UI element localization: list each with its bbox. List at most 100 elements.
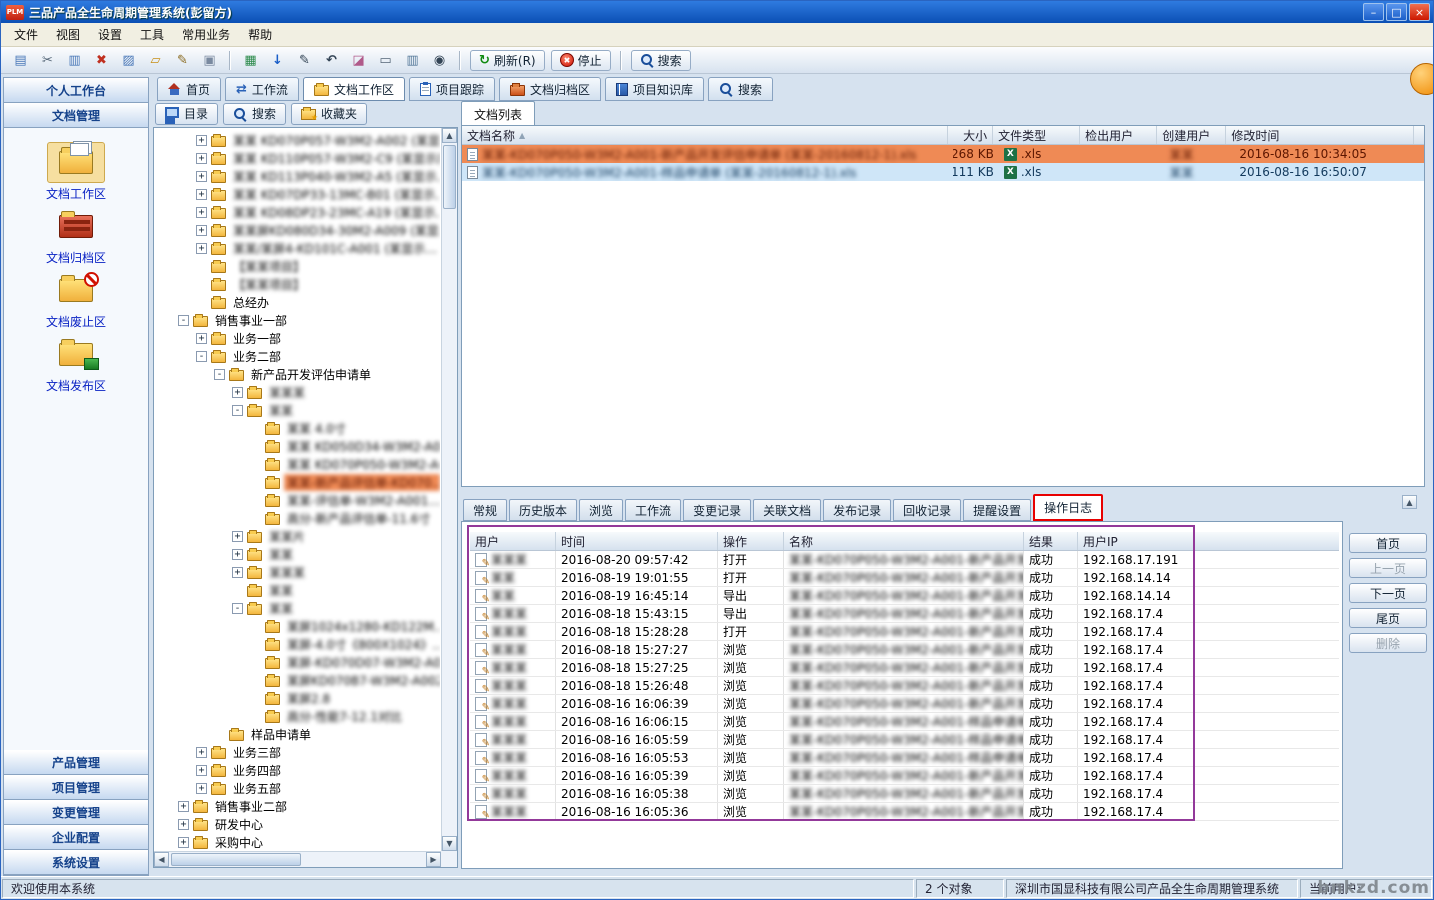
expand-icon[interactable]: + bbox=[196, 189, 207, 200]
toolbar-refresh-button[interactable]: ↻刷新(R) bbox=[470, 50, 545, 71]
doc-column-header-2[interactable]: 大小 bbox=[948, 126, 994, 144]
log-row[interactable]: 某某2016-08-19 19:01:55打开某某-KD070P050-W3M2… bbox=[470, 569, 1339, 587]
tree-node[interactable]: 某某 4.0寸 bbox=[154, 419, 440, 437]
expand-icon[interactable]: + bbox=[196, 747, 207, 758]
tree-toolbar-favorites-button[interactable]: 收藏夹 bbox=[291, 103, 367, 125]
tree-node[interactable]: +某某某 bbox=[154, 383, 440, 401]
doc-column-header-4[interactable]: 检出用户 bbox=[1080, 126, 1157, 144]
tree-node[interactable]: +业务一部 bbox=[154, 329, 440, 347]
toolbar-open-folder-button[interactable]: ▱ bbox=[143, 49, 168, 71]
sidebar-header-product-management[interactable]: 产品管理 bbox=[4, 750, 148, 775]
collapse-icon[interactable]: - bbox=[232, 603, 243, 614]
tab-project-tracking[interactable]: 项目跟踪 bbox=[409, 77, 495, 101]
detail-tab-general[interactable]: 常规 bbox=[463, 499, 507, 521]
toolbar-cut-button[interactable]: ✂ bbox=[35, 49, 60, 71]
expand-icon[interactable]: + bbox=[196, 135, 207, 146]
log-row[interactable]: 某某某2016-08-16 16:06:39浏览某某-KD070P050-W3M… bbox=[470, 695, 1339, 713]
panel-scroll-up-icon[interactable]: ▲ bbox=[1402, 495, 1417, 509]
toolbar-edit-doc-button[interactable]: ✎ bbox=[292, 49, 317, 71]
tab-project-knowledge[interactable]: 项目知识库 bbox=[605, 77, 704, 101]
scrollbar-thumb[interactable] bbox=[171, 853, 301, 866]
detail-tab-recycle-records[interactable]: 回收记录 bbox=[893, 499, 961, 521]
sidebar-header-system-settings[interactable]: 系统设置 bbox=[4, 850, 148, 875]
scroll-up-icon[interactable]: ▲ bbox=[442, 128, 457, 143]
tree-node[interactable]: -某某 bbox=[154, 599, 440, 617]
toolbar-copy-button[interactable]: ▥ bbox=[62, 49, 87, 71]
expand-icon[interactable]: + bbox=[196, 333, 207, 344]
tree-node[interactable]: -新产品开发评估申请单 bbox=[154, 365, 440, 383]
scroll-right-icon[interactable]: ▶ bbox=[426, 852, 441, 867]
toolbar-print-button[interactable]: ▭ bbox=[373, 49, 398, 71]
sidebar-header-doc-management[interactable]: 文档管理 bbox=[4, 103, 148, 128]
expand-icon[interactable]: + bbox=[196, 171, 207, 182]
doc-column-header-3[interactable]: 文件类型 bbox=[993, 126, 1080, 144]
tree-node[interactable]: +采购中心 bbox=[154, 833, 440, 850]
tree-node[interactable]: 某某-评估单-W3M2-A001… bbox=[154, 491, 440, 509]
log-column-header-4[interactable]: 名称 bbox=[784, 532, 1024, 550]
menu-item-3[interactable]: 设置 bbox=[89, 23, 131, 46]
tree-node[interactable]: 某某 KD050D34-W3M2-A0… bbox=[154, 437, 440, 455]
next-page-button[interactable]: 下一页 bbox=[1349, 583, 1427, 603]
toolbar-delete-button[interactable]: ✖ bbox=[89, 49, 114, 71]
log-row[interactable]: 某某某2016-08-18 15:27:27浏览某某-KD070P050-W3M… bbox=[470, 641, 1339, 659]
tree-node[interactable]: -销售事业一部 bbox=[154, 311, 440, 329]
toolbar-checkin-doc-button[interactable]: ▦ bbox=[238, 49, 263, 71]
tab-doc-archive[interactable]: 文档归档区 bbox=[499, 77, 601, 101]
expand-icon[interactable]: + bbox=[196, 783, 207, 794]
log-column-header-2[interactable]: 时间 bbox=[556, 532, 718, 550]
log-row[interactable]: 某某某2016-08-18 15:27:25浏览某某-KD070P050-W3M… bbox=[470, 659, 1339, 677]
tree-node[interactable]: +业务五部 bbox=[154, 779, 440, 797]
toolbar-download-button[interactable]: ↓ bbox=[265, 49, 290, 71]
expand-icon[interactable]: + bbox=[232, 531, 243, 542]
log-row[interactable]: 某某2016-08-19 16:45:14导出某某-KD070P050-W3M2… bbox=[470, 587, 1339, 605]
collapse-icon[interactable]: - bbox=[232, 405, 243, 416]
detail-tab-related-docs[interactable]: 关联文档 bbox=[753, 499, 821, 521]
delete-button[interactable]: 删除 bbox=[1349, 633, 1427, 653]
sidebar-header-personal-workspace[interactable]: 个人工作台 bbox=[4, 78, 148, 103]
expand-icon[interactable]: + bbox=[178, 837, 189, 848]
toolbar-stop-button[interactable]: 停止 bbox=[551, 50, 611, 71]
expand-icon[interactable]: + bbox=[196, 225, 207, 236]
expand-icon[interactable]: + bbox=[196, 153, 207, 164]
log-row[interactable]: 某某某2016-08-18 15:26:48浏览某某-KD070P050-W3M… bbox=[470, 677, 1339, 695]
toolbar-erase-button[interactable]: ◪ bbox=[346, 49, 371, 71]
tree-node[interactable]: +某某 KD07DP33-13MC-B01 (某显示… bbox=[154, 185, 440, 203]
tree-node[interactable]: +某某 KD110P057-W3M2-C9 (某显示屏… bbox=[154, 149, 440, 167]
tree-node[interactable]: 某某 KD070P050-W3M2-A0… bbox=[154, 455, 440, 473]
detail-tab-browse[interactable]: 浏览 bbox=[579, 499, 623, 521]
sidebar-item-doc-workspace[interactable]: 文档工作区 bbox=[4, 142, 148, 202]
tree-node[interactable]: 某屏KD070B7-W3M2-A002… bbox=[154, 671, 440, 689]
last-page-button[interactable]: 尾页 bbox=[1349, 608, 1427, 628]
prev-page-button[interactable]: 上一页 bbox=[1349, 558, 1427, 578]
tree-node[interactable]: 【某某项目】 bbox=[154, 275, 440, 293]
collapse-icon[interactable]: - bbox=[196, 351, 207, 362]
tree-node[interactable]: +某某 KD08DP23-23MC-A19 (某显示… bbox=[154, 203, 440, 221]
expand-icon[interactable]: + bbox=[178, 801, 189, 812]
tree-node[interactable]: 样品申请单 bbox=[154, 725, 440, 743]
tree-node[interactable]: +某某 KD070P057-W3M2-A002 (某显示… bbox=[154, 131, 440, 149]
tree-node[interactable]: 【某某项目】 bbox=[154, 257, 440, 275]
tree-node[interactable]: 某屏2.8 bbox=[154, 689, 440, 707]
tree-toolbar-search-button[interactable]: 搜索 bbox=[223, 103, 286, 125]
tree-node[interactable]: -某某 bbox=[154, 401, 440, 419]
toolbar-new-doc-button[interactable]: ▤ bbox=[8, 49, 33, 71]
tree-node[interactable]: 某屏-4.0寸《800X1024》… bbox=[154, 635, 440, 653]
log-row[interactable]: 某某某2016-08-16 16:05:36浏览某某-KD070P050-W3M… bbox=[470, 803, 1339, 821]
scroll-down-icon[interactable]: ▼ bbox=[442, 836, 457, 851]
tree-node[interactable]: +某某片 bbox=[154, 527, 440, 545]
tree-toolbar-directory-button[interactable]: 目录 bbox=[155, 103, 218, 125]
tree-node[interactable]: 某某 bbox=[154, 581, 440, 599]
toolbar-tag-button[interactable]: ▣ bbox=[197, 49, 222, 71]
log-column-header-3[interactable]: 操作 bbox=[718, 532, 784, 550]
log-row[interactable]: 某某某2016-08-16 16:05:53浏览某某-KD070P050-W3M… bbox=[470, 749, 1339, 767]
tab-workflow[interactable]: ⇄工作流 bbox=[225, 77, 299, 101]
log-row[interactable]: 某某某2016-08-18 15:43:15导出某某-KD070P050-W3M… bbox=[470, 605, 1339, 623]
toolbar-report-button[interactable]: ▥ bbox=[400, 49, 425, 71]
tree-node[interactable]: +某某某 bbox=[154, 563, 440, 581]
menu-item-2[interactable]: 视图 bbox=[47, 23, 89, 46]
detail-tab-change-records[interactable]: 变更记录 bbox=[683, 499, 751, 521]
sidebar-item-doc-archive[interactable]: 文档归档区 bbox=[4, 206, 148, 266]
log-row[interactable]: 某某某2016-08-16 16:05:59浏览某某-KD070P050-W3M… bbox=[470, 731, 1339, 749]
detail-tab-workflow[interactable]: 工作流 bbox=[625, 499, 681, 521]
tab-search[interactable]: 搜索 bbox=[708, 77, 773, 101]
